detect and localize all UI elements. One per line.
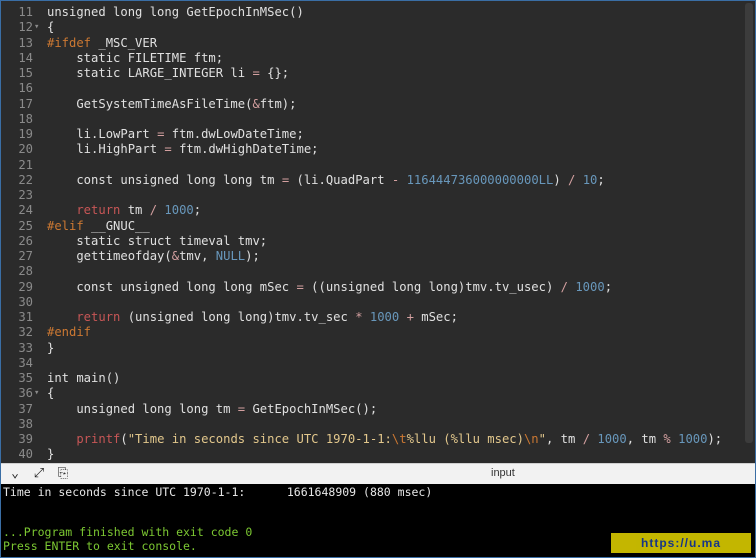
console-finish-line: ...Program finished with exit code 0 (3, 525, 253, 539)
code-text: unsigned long long GetEpochInMSec() (47, 5, 304, 19)
input-tab-label[interactable]: input (491, 467, 515, 479)
code-line[interactable]: 14 static FILETIME ftm; (1, 51, 741, 66)
code-line[interactable]: 21 (1, 158, 741, 173)
code-text: #ifdef _MSC_VER (47, 35, 158, 50)
code-line[interactable]: 36 ▾{ (1, 386, 741, 401)
line-number: 14 (18, 50, 33, 65)
code-text: printf("Time in seconds since UTC 1970-1… (47, 432, 723, 446)
code-line[interactable]: 34 (1, 356, 741, 371)
line-number: 32 (18, 325, 33, 340)
code-text: static struct timeval tmv; (47, 233, 268, 248)
copy-icon[interactable]: ⎘ (55, 466, 71, 482)
console-output-line: Time in seconds since UTC 1970-1-1: 1661… (3, 485, 433, 499)
watermark-logo: https://u.ma (611, 533, 751, 553)
code-line[interactable]: 39 printf("Time in seconds since UTC 197… (1, 432, 741, 447)
line-number: 15 (18, 66, 33, 80)
code-text: int main() (47, 371, 121, 385)
line-number: 12 (18, 20, 33, 35)
code-text: unsigned long long tm = GetEpochInMSec()… (47, 401, 378, 416)
line-number: 36 (18, 386, 33, 401)
line-number: 33 (18, 340, 33, 355)
fold-arrow-icon[interactable]: ▾ (34, 20, 44, 35)
ide-window: 11 unsigned long long GetEpochInMSec() 12 ▾… (0, 0, 756, 558)
line-number: 11 (18, 5, 33, 19)
code-line[interactable]: 15 static LARGE_INTEGER li = {}; (1, 66, 741, 81)
code-line[interactable]: 20 li.HighPart = ftm.dwHighDateTime; (1, 142, 741, 157)
line-number: 38 (18, 416, 33, 431)
code-editor[interactable]: 11 unsigned long long GetEpochInMSec() 12 ▾… (1, 1, 755, 463)
scrollbar-thumb[interactable] (745, 3, 753, 443)
console-toolbar: ⌄ ⤢ ⎘ input (1, 463, 755, 484)
line-number: 40 (18, 447, 33, 462)
code-text: const unsigned long long mSec = ((unsign… (47, 279, 613, 294)
code-line[interactable]: 24 return tm / 1000; (1, 203, 741, 218)
code-text: const unsigned long long tm = (li.QuadPa… (47, 172, 605, 187)
line-number: 19 (18, 127, 33, 141)
line-number: 27 (18, 249, 33, 263)
chevron-down-icon[interactable]: ⌄ (7, 466, 23, 482)
code-line[interactable]: 18 (1, 112, 741, 127)
line-number: 29 (18, 279, 33, 294)
output-console[interactable]: Time in seconds since UTC 1970-1-1: 1661… (1, 484, 755, 557)
code-line[interactable]: 25 #elif __GNUC__ (1, 219, 741, 234)
line-number: 21 (18, 157, 33, 172)
code-line[interactable]: 33} (1, 341, 741, 356)
code-text: { (47, 386, 55, 401)
code-line[interactable]: 19 li.LowPart = ftm.dwLowDateTime; (1, 127, 741, 142)
code-line[interactable]: 38 (1, 417, 741, 432)
code-text: static FILETIME ftm; (47, 50, 224, 65)
code-text: GetSystemTimeAsFileTime(&ftm); (47, 96, 297, 111)
line-number: 26 (18, 233, 33, 248)
line-number: 24 (18, 203, 33, 218)
code-line[interactable]: 13 #ifdef _MSC_VER (1, 36, 741, 51)
code-text: gettimeofday(&tmv, NULL); (47, 249, 260, 263)
code-text: #elif __GNUC__ (47, 218, 150, 233)
line-number: 35 (18, 371, 33, 385)
line-number: 16 (18, 81, 33, 96)
line-number: 25 (18, 218, 33, 233)
line-number: 13 (18, 35, 33, 50)
code-line[interactable]: 22 const unsigned long long tm = (li.Qua… (1, 173, 741, 188)
code-line[interactable]: 31 return (unsigned long long)tmv.tv_sec… (1, 310, 741, 325)
code-line[interactable]: 16 (1, 81, 741, 96)
line-number: 22 (18, 172, 33, 187)
code-text: #endif (47, 325, 92, 340)
line-number: 20 (18, 142, 33, 157)
code-text: return (unsigned long long)tmv.tv_sec * … (47, 310, 458, 324)
code-text: } (47, 340, 55, 355)
line-number: 30 (18, 294, 33, 309)
code-line[interactable]: 35 int main() (1, 371, 741, 386)
editor-scrollbar[interactable] (741, 1, 755, 463)
code-line[interactable]: 11 unsigned long long GetEpochInMSec() (1, 5, 741, 20)
expand-arrows-icon[interactable]: ⤢ (31, 466, 47, 482)
code-line[interactable]: 17 GetSystemTimeAsFileTime(&ftm); (1, 97, 741, 112)
line-number: 18 (18, 111, 33, 126)
code-line[interactable]: 30 (1, 295, 741, 310)
code-text: return tm / 1000; (47, 203, 202, 218)
code-line[interactable]: 23 (1, 188, 741, 203)
console-enter-line: Press ENTER to exit console. (3, 539, 197, 553)
code-text: } (47, 447, 55, 462)
code-text: li.LowPart = ftm.dwLowDateTime; (47, 127, 304, 141)
code-line[interactable]: 32 #endif (1, 325, 741, 340)
code-line[interactable]: 27 gettimeofday(&tmv, NULL); (1, 249, 741, 264)
code-line[interactable]: 37 unsigned long long tm = GetEpochInMSe… (1, 402, 741, 417)
code-line[interactable]: 26 static struct timeval tmv; (1, 234, 741, 249)
line-number: 39 (18, 432, 33, 446)
fold-arrow-icon[interactable]: ▾ (34, 386, 44, 401)
line-number: 37 (18, 401, 33, 416)
code-line[interactable]: 29 const unsigned long long mSec = ((uns… (1, 280, 741, 295)
line-number: 17 (18, 96, 33, 111)
line-number: 31 (18, 310, 33, 324)
code-text: { (47, 20, 55, 35)
line-number: 28 (18, 264, 33, 279)
line-number: 34 (18, 355, 33, 370)
code-line[interactable]: 12 ▾{ (1, 20, 741, 35)
code-text: static LARGE_INTEGER li = {}; (47, 66, 290, 80)
code-text: li.HighPart = ftm.dwHighDateTime; (47, 142, 319, 157)
code-line[interactable]: 40} (1, 447, 741, 462)
code-line[interactable]: 28 (1, 264, 741, 279)
line-number: 23 (18, 188, 33, 202)
